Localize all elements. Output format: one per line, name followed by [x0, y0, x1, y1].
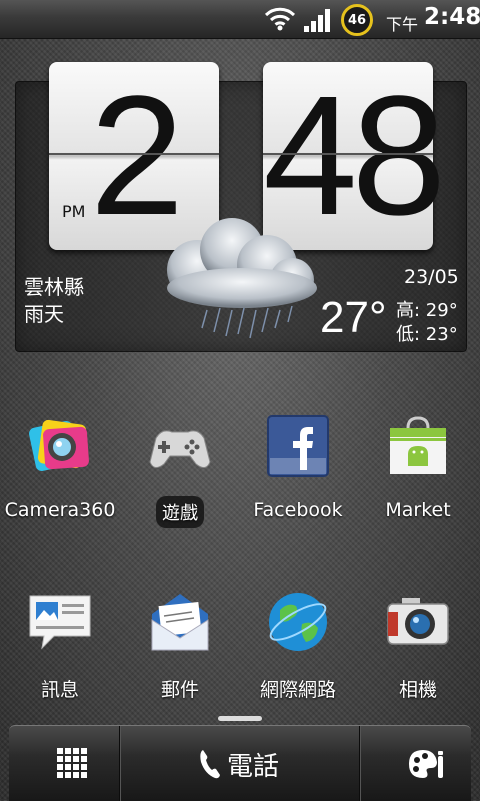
phone-button[interactable]: 電話 [199, 746, 279, 782]
weather-temperature: 27° [320, 293, 387, 342]
clock-period: PM [62, 202, 86, 221]
signal-icon [304, 9, 330, 32]
weather-location: 雲林縣 [24, 275, 84, 299]
app-label: 相機 [398, 679, 437, 701]
app-mail[interactable]: 郵件 [120, 590, 240, 701]
battery-level: 46 [347, 12, 367, 28]
status-ampm: 下午 [386, 15, 419, 34]
app-label: Camera360 [4, 499, 116, 521]
app-label: 郵件 [160, 679, 199, 701]
app-label: 訊息 [40, 679, 79, 701]
market-icon [390, 416, 446, 474]
phone-label: 電話 [227, 751, 280, 782]
rain-cloud-icon [167, 218, 317, 339]
app-market[interactable]: Market [358, 414, 478, 524]
app-label: 網際網路 [259, 679, 336, 701]
app-camera[interactable]: 相機 [358, 590, 478, 701]
dock-bar: 電話 [9, 725, 471, 801]
app-browser[interactable]: 網際網路 [238, 590, 358, 701]
camera360-icon [29, 419, 89, 471]
app-facebook[interactable]: Facebook [238, 414, 358, 524]
mail-icon [151, 594, 209, 651]
app-games[interactable]: 遊戲 [120, 414, 240, 528]
status-bar[interactable]: 46 下午 2:48 [0, 0, 480, 39]
phone-icon [200, 750, 220, 779]
gamepad-icon [149, 430, 211, 468]
app-messages[interactable]: 訊息 [0, 590, 120, 701]
app-camera360[interactable]: Camera360 [0, 414, 120, 524]
weather-condition: 雨天 [24, 302, 64, 326]
globe-icon [269, 593, 327, 651]
camera-icon [387, 598, 449, 645]
messages-icon [29, 595, 91, 650]
dock-divider [359, 726, 361, 801]
battery-icon: 46 [341, 4, 373, 36]
flip-divider [263, 153, 433, 155]
app-label: 遊戲 [156, 496, 204, 528]
facebook-icon [267, 415, 329, 477]
weather-high: 高: 29° [396, 300, 458, 321]
status-time: 2:48 [424, 4, 480, 30]
all-apps-icon[interactable] [57, 748, 87, 778]
dock-divider [119, 726, 121, 801]
drawer-handle[interactable] [218, 716, 262, 721]
flip-divider [49, 153, 219, 155]
app-label: Market [385, 499, 451, 521]
wifi-icon [264, 7, 296, 31]
app-label: Facebook [253, 499, 343, 521]
personalize-icon[interactable] [407, 748, 445, 780]
weather-date: 23/05 [404, 266, 459, 288]
weather-low: 低: 23° [396, 324, 458, 345]
